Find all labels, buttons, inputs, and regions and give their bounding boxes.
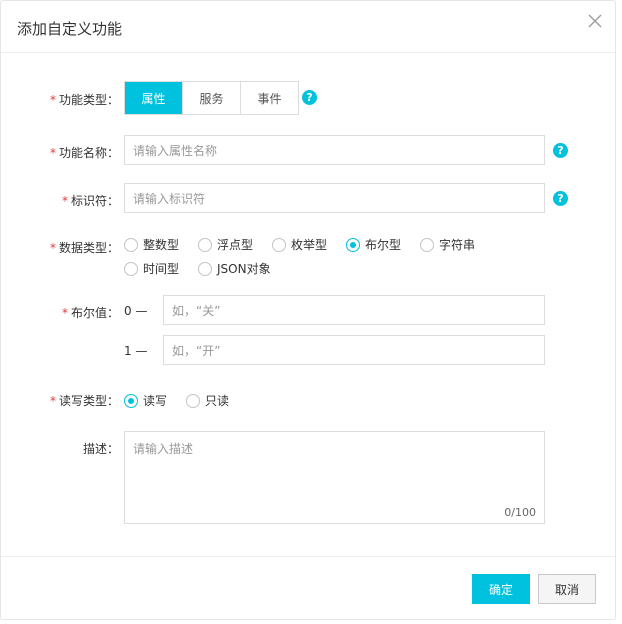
description-label: 描述： <box>82 442 119 456</box>
data-type-radio-string[interactable]: 字符串 <box>420 236 475 253</box>
required-mark: * <box>49 93 56 107</box>
question-circle-icon[interactable]: ? <box>302 90 317 105</box>
data-type-radio-float[interactable]: 浮点型 <box>198 236 253 253</box>
close-icon <box>588 14 602 28</box>
close-button[interactable] <box>585 11 605 31</box>
identifier-label: * 标识符： <box>61 194 119 208</box>
bool-value-label: * 布尔值： <box>61 306 119 320</box>
bool-true-input[interactable]: 如，“开” <box>163 335 545 365</box>
function-type-option-property[interactable]: 属性 <box>125 82 183 114</box>
cancel-button[interactable]: 取消 <box>538 574 596 604</box>
dialog-title: 添加自定义功能 <box>17 20 123 38</box>
confirm-button[interactable]: 确定 <box>472 574 530 604</box>
dialog-header: 添加自定义功能 <box>1 1 615 53</box>
function-type-option-service[interactable]: 服务 <box>183 82 241 114</box>
page: 添加自定义功能 * 功能类型： 属性 服务 事件 ? * 功能名称： 请输入属性名称… <box>0 0 622 624</box>
bool-false-input[interactable]: 如，“关” <box>163 295 545 325</box>
data-type-radio-int[interactable]: 整数型 <box>124 236 179 253</box>
dialog-footer: 确定 取消 <box>1 556 615 620</box>
function-name-input[interactable]: 请输入属性名称 <box>124 135 545 165</box>
description-placeholder: 请输入描述 <box>133 442 194 456</box>
function-type-option-event[interactable]: 事件 <box>241 82 298 114</box>
function-type-label: * 功能类型： <box>49 93 119 107</box>
rw-type-label: * 读写类型： <box>49 394 119 408</box>
data-type-radio-date[interactable]: 时间型 <box>124 260 179 277</box>
identifier-input[interactable]: 请输入标识符 <box>124 183 545 213</box>
data-type-radio-bool[interactable]: 布尔型 <box>346 236 401 253</box>
data-type-radio-json[interactable]: JSON对象 <box>198 260 271 277</box>
bool-false-prefix: 0 — <box>124 304 148 318</box>
rw-type-radio-readwrite[interactable]: 读写 <box>124 392 167 409</box>
question-circle-icon[interactable]: ? <box>553 143 568 158</box>
bool-true-prefix: 1 — <box>124 344 148 358</box>
data-type-label: * 数据类型： <box>49 241 119 255</box>
char-counter: 0/100 <box>504 506 536 519</box>
function-name-label: * 功能名称： <box>49 146 119 160</box>
question-circle-icon[interactable]: ? <box>553 191 568 206</box>
rw-type-radio-readonly[interactable]: 只读 <box>186 392 229 409</box>
function-type-segmented: 属性 服务 事件 <box>124 81 299 115</box>
description-textarea[interactable]: 请输入描述 0/100 <box>124 431 545 524</box>
add-custom-function-dialog: 添加自定义功能 * 功能类型： 属性 服务 事件 ? * 功能名称： 请输入属性名称… <box>0 0 616 620</box>
data-type-radio-enum[interactable]: 枚举型 <box>272 236 327 253</box>
